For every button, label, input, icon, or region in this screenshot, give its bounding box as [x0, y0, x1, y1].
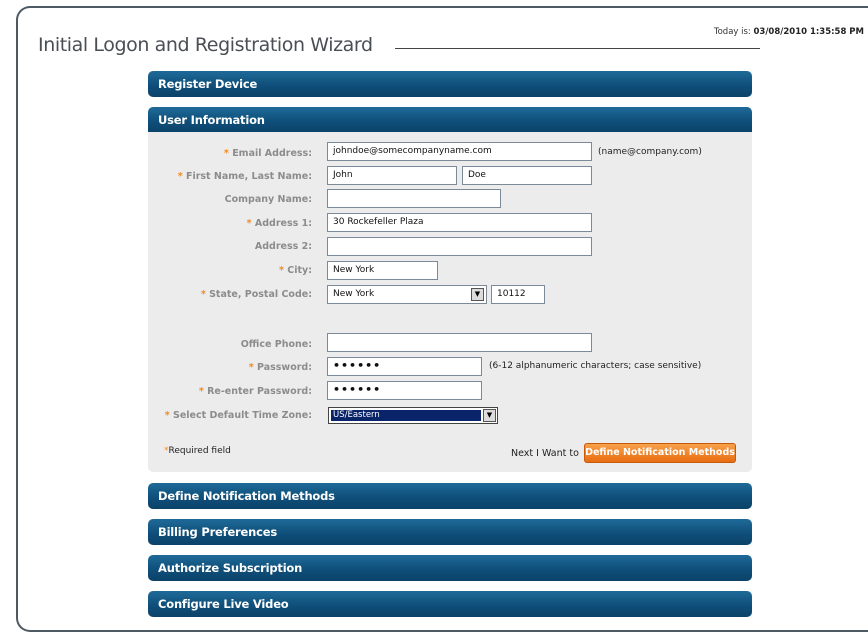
reenter-password-field[interactable]: •••••• [327, 381, 482, 400]
timezone-select[interactable]: US/Eastern [328, 407, 498, 424]
address1-label: * Address 1: [246, 218, 312, 229]
address2-field[interactable] [327, 237, 592, 256]
section-user-information[interactable]: User Information [148, 107, 752, 133]
define-notification-methods-button[interactable]: Define Notification Methods [584, 443, 736, 463]
section-configure-live-video[interactable]: Configure Live Video [148, 591, 752, 617]
section-authorize-subscription[interactable]: Authorize Subscription [148, 555, 752, 581]
email-hint: (name@company.com) [598, 147, 702, 157]
state-postal-label: * State, Postal Code: [200, 289, 312, 300]
city-field[interactable]: New York [327, 261, 438, 280]
required-field-note: *Required field [164, 446, 231, 456]
timezone-value: US/Eastern [331, 410, 481, 421]
office-phone-field[interactable] [327, 333, 592, 352]
section-register-device[interactable]: Register Device [148, 71, 752, 97]
email-label: * Email Address: [223, 148, 312, 159]
title-divider [395, 48, 760, 49]
state-select[interactable]: New York [327, 285, 487, 304]
name-label: * First Name, Last Name: [177, 171, 312, 182]
current-date: Today is: 03/08/2010 1:35:58 PM [714, 27, 864, 37]
first-name-field[interactable]: John [327, 166, 457, 185]
password-label: * Password: [248, 362, 312, 373]
password-field[interactable]: •••••• [327, 357, 482, 376]
next-label: Next I Want to [511, 448, 579, 459]
city-label: * City: [278, 265, 312, 276]
section-define-notification-methods[interactable]: Define Notification Methods [148, 483, 752, 509]
reenter-password-label: * Re-enter Password: [198, 386, 312, 397]
postal-code-field[interactable]: 10112 [491, 285, 545, 304]
chevron-down-icon[interactable]: ▼ [471, 288, 484, 301]
address1-field[interactable]: 30 Rockefeller Plaza [327, 213, 592, 232]
page-title: Initial Logon and Registration Wizard [38, 34, 373, 56]
last-name-field[interactable]: Doe [462, 166, 592, 185]
date-label: Today is: [713, 27, 751, 37]
state-value: New York [333, 289, 375, 299]
chevron-down-icon[interactable]: ▼ [483, 409, 496, 422]
timezone-label: * Select Default Time Zone: [164, 410, 312, 421]
company-label: Company Name: [224, 194, 312, 205]
section-billing-preferences[interactable]: Billing Preferences [148, 519, 752, 545]
address2-label: Address 2: [254, 241, 312, 252]
password-hint: (6-12 alphanumeric characters; case sens… [489, 361, 702, 371]
email-field[interactable]: johndoe@somecompanyname.com [327, 142, 592, 161]
company-field[interactable] [327, 189, 501, 208]
date-value: 03/08/2010 1:35:58 PM [753, 27, 865, 37]
office-phone-label: Office Phone: [240, 339, 312, 350]
